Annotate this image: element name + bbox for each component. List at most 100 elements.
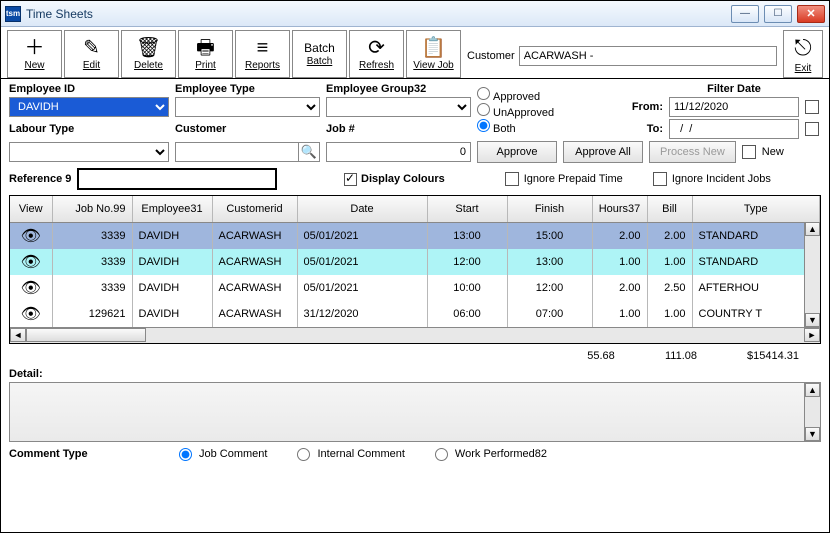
cell-customer: ACARWASH: [212, 249, 297, 275]
eye-icon[interactable]: 👁: [21, 254, 41, 271]
cell-start: 06:00: [427, 301, 507, 327]
eye-icon[interactable]: 👁: [21, 306, 41, 323]
exit-button[interactable]: ⎋ Exit: [783, 30, 823, 78]
ignore-incident-checkbox[interactable]: [653, 172, 667, 186]
pencil-icon: ✎: [83, 38, 100, 58]
col-jobno[interactable]: Job No.99: [52, 196, 132, 222]
approve-button[interactable]: Approve: [477, 141, 557, 163]
table-row[interactable]: 👁129621DAVIDHACARWASH31/12/202006:0007:0…: [10, 301, 820, 327]
scroll-up-icon[interactable]: ▲: [805, 222, 820, 236]
comment-work-radio[interactable]: Work Performed82: [435, 448, 547, 461]
new-checkbox[interactable]: [742, 145, 756, 159]
cell-jobno: 129621: [52, 301, 132, 327]
employee-type-select[interactable]: [175, 97, 320, 117]
refresh-button[interactable]: ⟳ Refresh: [349, 30, 404, 78]
unapproved-radio[interactable]: UnApproved: [477, 103, 607, 119]
detail-scrollbar[interactable]: ▲ ▼: [804, 383, 820, 441]
timesheet-grid[interactable]: View Job No.99 Employee31 Customerid Dat…: [9, 195, 821, 344]
col-start[interactable]: Start: [427, 196, 507, 222]
cell-finish: 13:00: [507, 249, 592, 275]
approved-radio[interactable]: Approved: [477, 87, 607, 103]
eye-icon[interactable]: 👁: [21, 280, 41, 297]
cell-start: 12:00: [427, 249, 507, 275]
refresh-icon: ⟳: [368, 38, 385, 58]
cell-bill: 2.50: [647, 275, 692, 301]
employee-group-select[interactable]: [326, 97, 471, 117]
cell-type: COUNTRY T: [692, 301, 820, 327]
employee-group-label: Employee Group32: [326, 83, 471, 95]
col-customer[interactable]: Customerid: [212, 196, 297, 222]
customer-filter-label: Customer: [175, 123, 320, 135]
scroll-left-icon[interactable]: ◄: [10, 328, 26, 342]
to-date-checkbox[interactable]: [805, 122, 819, 136]
process-new-button[interactable]: Process New: [649, 141, 736, 163]
minimize-button[interactable]: —: [731, 5, 759, 23]
customer-display[interactable]: [519, 46, 777, 66]
cell-start: 13:00: [427, 222, 507, 249]
cell-bill: 1.00: [647, 249, 692, 275]
from-date-checkbox[interactable]: [805, 100, 819, 114]
reference-label: Reference 9: [9, 173, 71, 185]
col-view[interactable]: View: [10, 196, 52, 222]
scroll-thumb[interactable]: [26, 328, 146, 342]
cell-type: STANDARD: [692, 222, 820, 249]
close-button[interactable]: ✕: [797, 5, 825, 23]
cell-jobno: 3339: [52, 275, 132, 301]
display-colours-label: Display Colours: [361, 173, 445, 185]
print-button[interactable]: 🖶 Print: [178, 30, 233, 78]
maximize-button[interactable]: ☐: [764, 5, 792, 23]
employee-id-select[interactable]: DAVIDH: [9, 97, 169, 117]
grid-v-scrollbar[interactable]: ▲ ▼: [804, 222, 820, 327]
scroll-right-icon[interactable]: ►: [804, 328, 820, 342]
delete-button[interactable]: 🗑 Delete: [121, 30, 176, 78]
edit-button[interactable]: ✎ Edit: [64, 30, 119, 78]
total-hours: 55.68: [561, 350, 641, 362]
grid-h-scrollbar[interactable]: ◄ ►: [10, 327, 820, 343]
reference-input[interactable]: [77, 168, 277, 190]
col-finish[interactable]: Finish: [507, 196, 592, 222]
cell-jobno: 3339: [52, 222, 132, 249]
to-label: To:: [613, 123, 663, 135]
customer-search-button[interactable]: 🔍: [298, 142, 320, 162]
both-radio[interactable]: Both: [477, 119, 607, 135]
totals-row: 55.68 111.08 $15414.31: [1, 346, 829, 366]
col-bill[interactable]: Bill: [647, 196, 692, 222]
table-row[interactable]: 👁3339DAVIDHACARWASH05/01/202110:0012:002…: [10, 275, 820, 301]
ignore-prepaid-checkbox[interactable]: [505, 172, 519, 186]
cell-bill: 1.00: [647, 301, 692, 327]
total-bill: 111.08: [641, 350, 721, 362]
display-colours-checkbox[interactable]: [344, 173, 357, 186]
labour-type-select[interactable]: [9, 142, 169, 162]
cell-date: 31/12/2020: [297, 301, 427, 327]
cell-finish: 07:00: [507, 301, 592, 327]
customer-label: Customer: [467, 50, 515, 62]
detail-scroll-up-icon[interactable]: ▲: [805, 383, 820, 397]
col-hours[interactable]: Hours37: [592, 196, 647, 222]
app-icon: tsm: [5, 6, 21, 22]
detail-textarea[interactable]: ▲ ▼: [9, 382, 821, 442]
reports-button[interactable]: ≡ Reports: [235, 30, 290, 78]
cell-type: STANDARD: [692, 249, 820, 275]
cell-jobno: 3339: [52, 249, 132, 275]
cell-date: 05/01/2021: [297, 249, 427, 275]
table-row[interactable]: 👁3339DAVIDHACARWASH05/01/202113:0015:002…: [10, 222, 820, 249]
new-button[interactable]: ＋ New: [7, 30, 62, 78]
from-date-input[interactable]: [669, 97, 799, 117]
table-row[interactable]: 👁3339DAVIDHACARWASH05/01/202112:0013:001…: [10, 249, 820, 275]
approve-all-button[interactable]: Approve All: [563, 141, 643, 163]
scroll-down-icon[interactable]: ▼: [805, 313, 820, 327]
view-job-button[interactable]: 📋 View Job: [406, 30, 461, 78]
customer-filter-input[interactable]: [175, 142, 298, 162]
batch-button[interactable]: Batch Batch: [292, 30, 347, 78]
col-date[interactable]: Date: [297, 196, 427, 222]
eye-icon[interactable]: 👁: [21, 228, 41, 245]
comment-internal-radio[interactable]: Internal Comment: [297, 448, 404, 461]
col-type[interactable]: Type: [692, 196, 820, 222]
comment-job-radio[interactable]: Job Comment: [179, 448, 267, 461]
col-employee[interactable]: Employee31: [132, 196, 212, 222]
jobno-input[interactable]: [326, 142, 471, 162]
to-date-input[interactable]: [669, 119, 799, 139]
detail-scroll-down-icon[interactable]: ▼: [805, 427, 820, 441]
cell-type: AFTERHOU: [692, 275, 820, 301]
toolbar: ＋ New ✎ Edit 🗑 Delete 🖶 Print ≡ Reports …: [1, 27, 829, 79]
